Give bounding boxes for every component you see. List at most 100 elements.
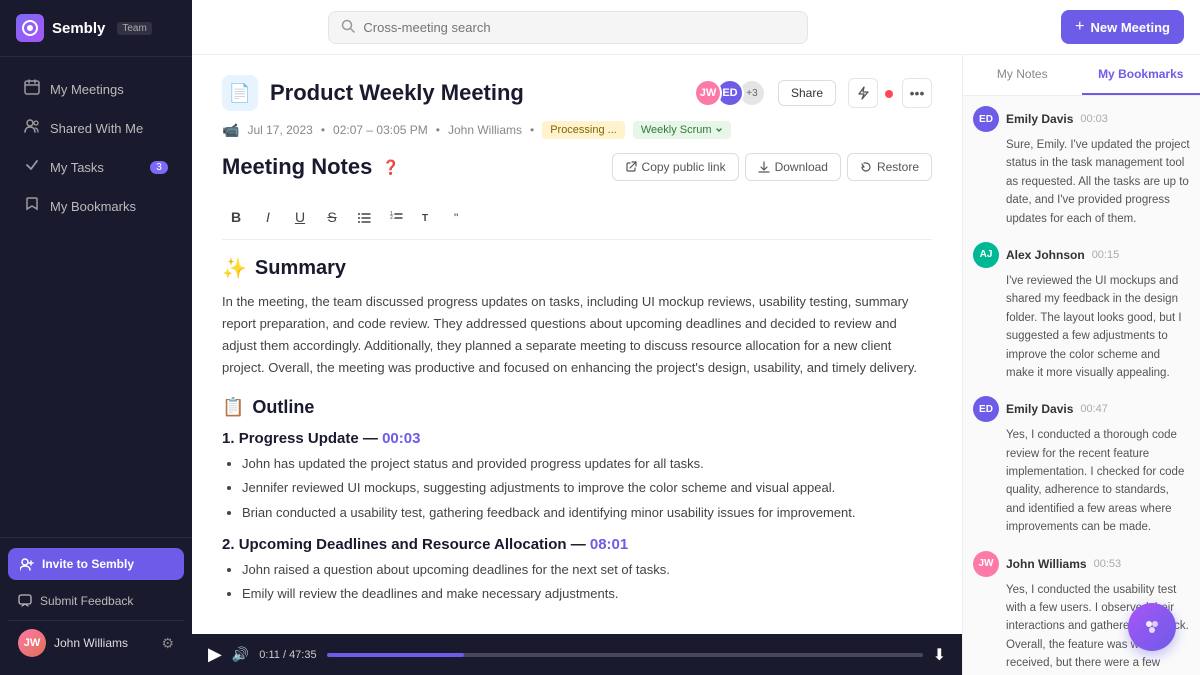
section-1-heading: 1. Progress Update — 00:03 — [222, 430, 932, 447]
note-time-3: 00:53 — [1094, 558, 1122, 570]
note-text-0: Sure, Emily. I've updated the project st… — [973, 136, 1190, 228]
volume-button[interactable]: 🔊 — [232, 646, 249, 663]
summary-heading: ✨ Summary — [222, 256, 932, 281]
note-header-3: JW John Williams 00:53 — [973, 551, 1190, 577]
user-avatar: JW — [18, 629, 46, 657]
sidebar-item-my-meetings[interactable]: My Meetings — [8, 70, 184, 108]
note-avatar-3: JW — [973, 551, 999, 577]
search-bar[interactable] — [328, 11, 808, 44]
note-time-2: 00:47 — [1080, 403, 1108, 415]
topbar: + New Meeting — [192, 0, 1200, 55]
tab-my-bookmarks[interactable]: My Bookmarks — [1082, 55, 1200, 95]
audio-download-button[interactable]: ⬇ — [933, 645, 946, 665]
lightning-button[interactable] — [848, 78, 878, 108]
copy-public-link-button[interactable]: Copy public link — [612, 153, 739, 181]
new-meeting-button[interactable]: + New Meeting — [1061, 10, 1184, 44]
dot-sep2: • — [436, 123, 440, 137]
share-button[interactable]: Share — [778, 80, 836, 106]
notes-header: Meeting Notes ❓ Copy public link Downloa… — [222, 153, 932, 181]
check-icon — [24, 157, 40, 177]
notes-panel: My Notes My Bookmarks ED Emily Davis 00:… — [962, 55, 1200, 675]
sidebar-logo: Sembly Team — [0, 0, 192, 57]
calendar-icon — [24, 79, 40, 99]
underline-button[interactable]: U — [286, 203, 314, 231]
sidebar-item-shared-with-me[interactable]: Shared With Me — [8, 109, 184, 147]
italic-button[interactable]: I — [254, 203, 282, 231]
bold-button[interactable]: B — [222, 203, 250, 231]
font-size-button[interactable]: T — [414, 203, 442, 231]
dot-sep3: • — [530, 123, 534, 137]
notes-title: Meeting Notes — [222, 154, 372, 180]
sidebar: Sembly Team My Meetings Shared With Me M… — [0, 0, 192, 675]
meeting-time: 02:07 – 03:05 PM — [333, 123, 428, 137]
sidebar-item-bookmarks-label: My Bookmarks — [50, 199, 136, 214]
note-avatar-1: AJ — [973, 242, 999, 268]
svg-text:": " — [454, 211, 458, 224]
fab-button[interactable] — [1128, 603, 1176, 651]
audio-progress-fill — [327, 653, 464, 657]
quote-button[interactable]: " — [446, 203, 474, 231]
sidebar-item-my-bookmarks[interactable]: My Bookmarks — [8, 187, 184, 225]
sidebar-bottom: Invite to Sembly Submit Feedback JW John… — [0, 537, 192, 675]
bullet-1-2: Jennifer reviewed UI mockups, suggesting… — [242, 477, 932, 499]
sidebar-item-tasks-label: My Tasks — [50, 160, 104, 175]
processing-badge: Processing ... — [542, 121, 625, 139]
search-icon — [341, 19, 355, 36]
app-team: Team — [117, 22, 151, 35]
tab-my-notes[interactable]: My Notes — [963, 55, 1082, 95]
submit-feedback-button[interactable]: Submit Feedback — [8, 586, 184, 616]
app-name: Sembly — [52, 20, 105, 37]
note-author-2: Emily Davis — [1006, 402, 1073, 416]
outline-emoji: 📋 — [222, 397, 244, 418]
notes-tabs: My Notes My Bookmarks — [963, 55, 1200, 96]
meeting-date: Jul 17, 2023 — [247, 123, 312, 137]
note-avatar-2: ED — [973, 396, 999, 422]
restore-button[interactable]: Restore — [847, 153, 932, 181]
note-header-1: AJ Alex Johnson 00:15 — [973, 242, 1190, 268]
outline-heading: 📋 Outline — [222, 397, 932, 418]
settings-icon[interactable]: ⚙ — [161, 635, 174, 652]
note-avatar-0: ED — [973, 106, 999, 132]
note-item-0: ED Emily Davis 00:03 Sure, Emily. I've u… — [973, 106, 1190, 228]
note-text-1: I've reviewed the UI mockups and shared … — [973, 272, 1190, 382]
help-icon[interactable]: ❓ — [382, 159, 399, 176]
main-panel: + New Meeting 📄 Product Weekly Meeting J… — [192, 0, 1200, 675]
search-input[interactable] — [363, 20, 795, 35]
user-name: John Williams — [54, 636, 153, 650]
note-author-0: Emily Davis — [1006, 112, 1073, 126]
bullet-2-1: John raised a question about upcoming de… — [242, 559, 932, 581]
bullet-list-button[interactable] — [350, 203, 378, 231]
section-1-timestamp-link[interactable]: 00:03 — [382, 430, 420, 447]
section-1-bullets: John has updated the project status and … — [222, 453, 932, 523]
notes-list: ED Emily Davis 00:03 Sure, Emily. I've u… — [963, 96, 1200, 675]
doc-icon: 📄 — [222, 75, 258, 111]
user-row: JW John Williams ⚙ — [8, 620, 184, 665]
ordered-list-button[interactable]: 1.2. — [382, 203, 410, 231]
meeting-area: 📄 Product Weekly Meeting JW ED +3 Share … — [192, 55, 1200, 675]
section-2-bullets: John raised a question about upcoming de… — [222, 559, 932, 605]
svg-text:T: T — [422, 213, 428, 224]
plus-icon: + — [1075, 18, 1084, 36]
audio-player: ▶ 🔊 0:11 / 47:35 ⬇ — [192, 634, 962, 675]
sidebar-item-my-meetings-label: My Meetings — [50, 82, 124, 97]
feedback-label: Submit Feedback — [40, 594, 133, 608]
note-item-1: AJ Alex Johnson 00:15 I've reviewed the … — [973, 242, 1190, 382]
audio-progress-bar[interactable] — [327, 653, 923, 657]
invite-to-sembly-button[interactable]: Invite to Sembly — [8, 548, 184, 580]
download-button[interactable]: Download — [745, 153, 841, 181]
bullet-1-1: John has updated the project status and … — [242, 453, 932, 475]
play-button[interactable]: ▶ — [208, 644, 222, 665]
summary-text: In the meeting, the team discussed progr… — [222, 291, 932, 379]
strikethrough-button[interactable]: S — [318, 203, 346, 231]
current-time: 0:11 / 47:35 — [259, 649, 316, 661]
notification-dot — [885, 90, 893, 98]
svg-text:2.: 2. — [390, 215, 394, 221]
sidebar-item-my-tasks[interactable]: My Tasks 3 — [8, 148, 184, 186]
meeting-meta: 📹 Jul 17, 2023 • 02:07 – 03:05 PM • John… — [222, 121, 932, 139]
note-text-2: Yes, I conducted a thorough code review … — [973, 426, 1190, 536]
section-2-timestamp-link[interactable]: 08:01 — [590, 536, 628, 553]
more-options-button[interactable]: ••• — [902, 78, 932, 108]
sembly-logo-icon — [16, 14, 44, 42]
meeting-header: 📄 Product Weekly Meeting JW ED +3 Share … — [222, 75, 932, 111]
bullet-2-2: Emily will review the deadlines and make… — [242, 583, 932, 605]
